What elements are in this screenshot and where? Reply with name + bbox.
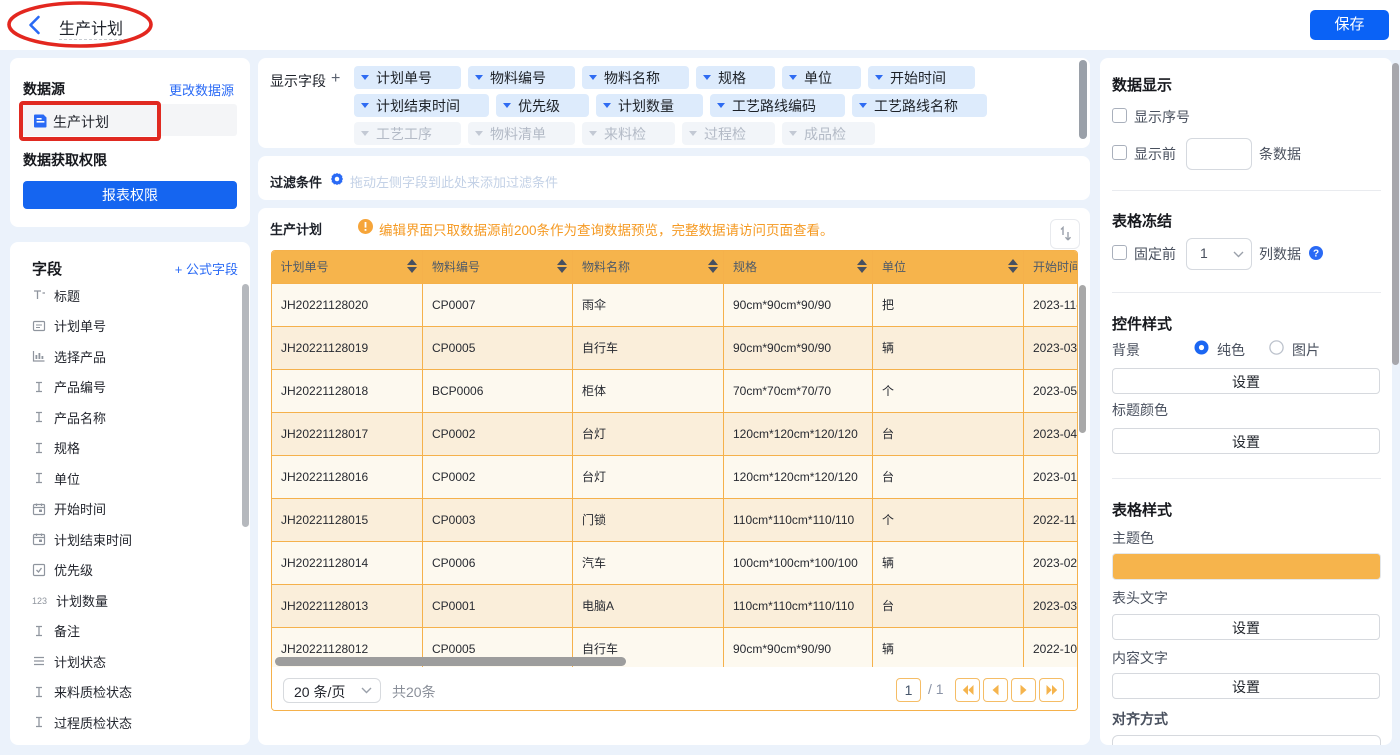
svg-text:?: ? xyxy=(1313,249,1319,260)
svg-text:123: 123 xyxy=(32,596,47,606)
